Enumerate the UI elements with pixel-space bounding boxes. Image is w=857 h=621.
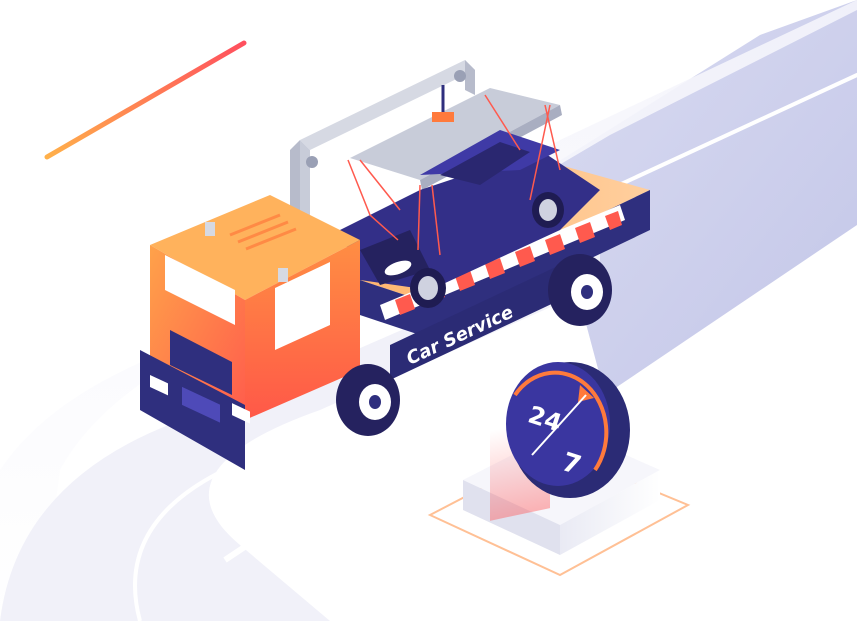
- tow-truck-illustration: 24 7 Car Service: [0, 0, 857, 621]
- accent-line: [44, 40, 247, 160]
